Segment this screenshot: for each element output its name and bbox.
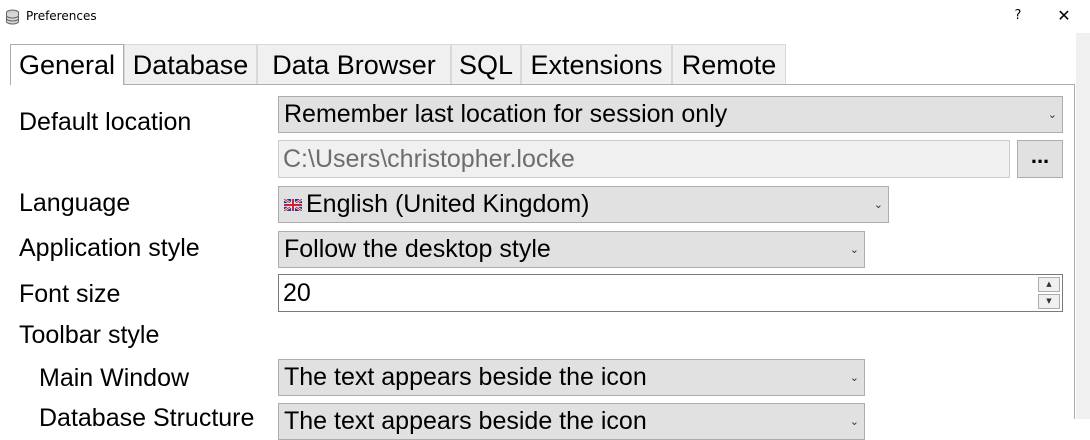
font-size-value: 20 [283, 279, 311, 307]
tab-data-browser[interactable]: Data Browser [257, 44, 451, 84]
main-window-toolbar-value: The text appears beside the icon [284, 363, 647, 391]
database-structure-toolbar-combo[interactable]: The text appears beside the icon ⌄ [278, 403, 865, 440]
help-button[interactable]: ? [1003, 5, 1033, 27]
default-location-combo[interactable]: Remember last location for session only … [278, 96, 1063, 133]
chevron-down-icon: ⌄ [849, 415, 859, 428]
database-structure-toolbar-value: The text appears beside the icon [284, 407, 647, 435]
database-app-icon [5, 9, 20, 25]
tab-page-border [10, 84, 1075, 85]
application-style-combo[interactable]: Follow the desktop style ⌄ [278, 231, 865, 268]
font-size-label: Font size [19, 280, 121, 308]
language-label: Language [19, 189, 131, 217]
spin-down-icon[interactable]: ▼ [1038, 294, 1060, 309]
main-window-toolbar-combo[interactable]: The text appears beside the icon ⌄ [278, 359, 865, 396]
title-bar: Preferences ? ✕ [0, 0, 1090, 33]
window-frame-right [1076, 33, 1090, 419]
chevron-down-icon: ⌄ [873, 198, 883, 211]
language-combo[interactable]: English (United Kingdom) ⌄ [278, 186, 889, 223]
language-value: English (United Kingdom) [306, 190, 590, 218]
application-style-value: Follow the desktop style [284, 235, 551, 263]
browse-location-button[interactable]: ... [1017, 140, 1063, 178]
chevron-down-icon: ⌄ [849, 243, 859, 256]
tab-remote[interactable]: Remote [672, 44, 786, 84]
spin-buttons: ▲ ▼ [1038, 277, 1060, 309]
default-location-path-field: C:\Users\christopher.locke [278, 140, 1010, 178]
font-size-spinbox[interactable]: 20 ▲ ▼ [278, 274, 1063, 312]
tab-database[interactable]: Database [124, 44, 257, 84]
close-button[interactable]: ✕ [1049, 5, 1079, 27]
chevron-down-icon: ⌄ [849, 371, 859, 384]
chevron-down-icon: ⌄ [1047, 108, 1057, 121]
spin-up-icon[interactable]: ▲ [1038, 277, 1060, 292]
default-location-value: Remember last location for session only [284, 100, 728, 128]
uk-flag-icon [283, 187, 303, 221]
window-title: Preferences [26, 9, 97, 23]
tab-sql[interactable]: SQL [451, 44, 521, 84]
tab-general[interactable]: General [10, 44, 124, 85]
default-location-label: Default location [19, 108, 192, 136]
application-style-label: Application style [19, 234, 200, 262]
tab-extensions[interactable]: Extensions [521, 44, 672, 84]
tab-page-border-right [1074, 84, 1075, 419]
toolbar-style-label: Toolbar style [19, 321, 160, 349]
main-window-label: Main Window [39, 364, 190, 392]
